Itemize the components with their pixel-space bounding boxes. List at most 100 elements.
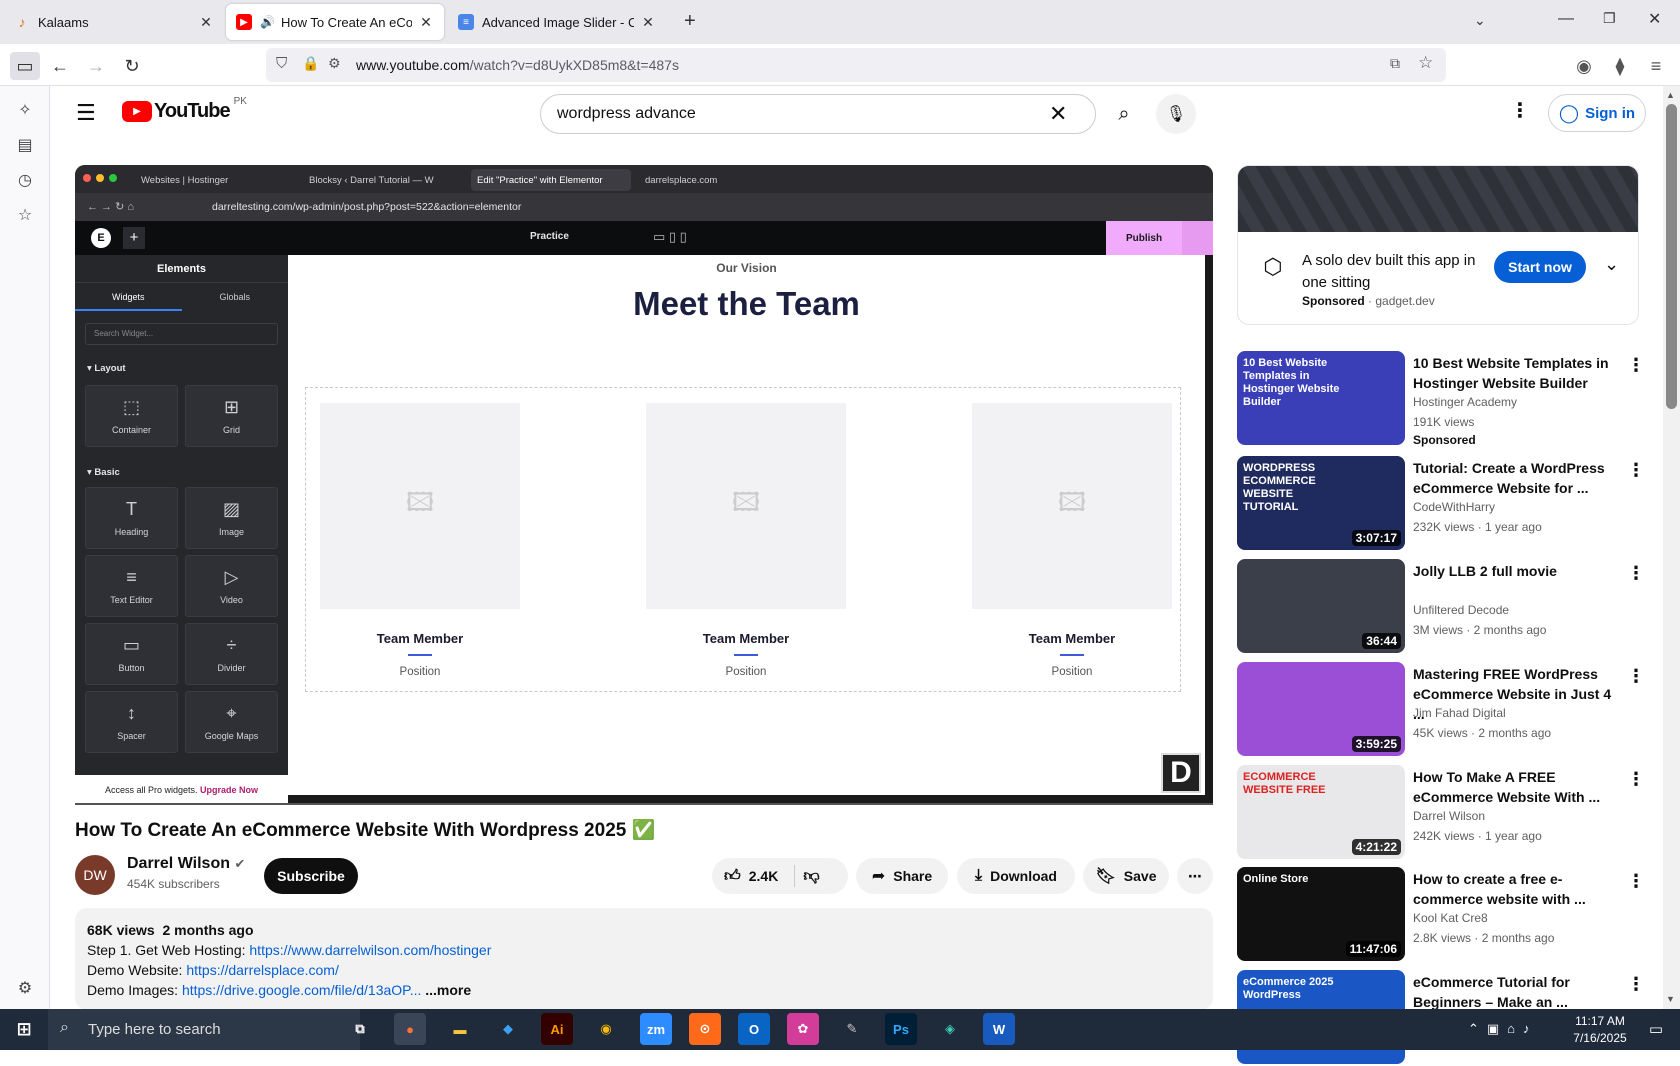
outlook-icon[interactable]: O [738,1013,770,1045]
recommendation-title[interactable]: How to create a free e-commerce website … [1413,869,1621,909]
subscribe-button[interactable]: Subscribe [264,858,358,894]
notifications-icon[interactable]: ▭ [1640,1013,1672,1045]
recommendation-item[interactable]: 36:44 Jolly LLB 2 full movie Unfiltered De… [1237,559,1645,655]
sign-in-button[interactable]: ◯ Sign in [1548,94,1646,132]
chevron-down-icon[interactable]: ⌄ [1604,254,1619,275]
video-progress-bar[interactable] [75,803,1213,805]
scroll-up-icon[interactable]: ▲ [1666,90,1675,100]
back-arrow-icon[interactable]: ← [46,52,74,80]
recommendation-item[interactable]: ECOMMERCE WEBSITE FREE 4:21:22 How To Make… [1237,765,1645,861]
channel-name[interactable]: Darrel Wilson ✔ [127,855,245,873]
video-thumbnail[interactable]: 3:59:25 [1237,662,1405,756]
task-view-icon[interactable]: ⧉ [344,1013,376,1045]
more-options-icon[interactable]: ⋮ [1627,460,1645,481]
close-icon[interactable]: ✕ [198,14,214,31]
reload-icon[interactable]: ↻ [118,52,146,80]
more-options-icon[interactable]: ⋮ [1627,666,1645,687]
like-button[interactable]: 👍︎ 2.4K [724,867,778,886]
scrollbar-thumb[interactable] [1666,104,1677,409]
sidebar-toggle-icon[interactable]: ▭ [10,52,40,80]
scroll-down-icon[interactable]: ▼ [1666,994,1675,1004]
clear-search-icon[interactable]: ✕ [1049,101,1067,127]
demo-images-link[interactable]: https://drive.google.com/file/d/13aOP... [182,982,421,998]
settings-gear-icon[interactable]: ⚙ [13,976,37,1000]
recommendation-title[interactable]: How To Make A FREE eCommerce Website Wit… [1413,767,1621,807]
file-explorer-icon[interactable]: ▬ [444,1013,476,1045]
video-description[interactable]: 68K views 2 months ago Step 1. Get Web H… [75,908,1213,1010]
menu-icon[interactable]: ≡ [1642,52,1670,80]
more-options-icon[interactable]: ⋮ [1627,974,1645,995]
extensions-icon[interactable]: ⧫ [1606,52,1634,80]
more-options-icon[interactable]: ⋮ [1627,355,1645,376]
recommendation-title[interactable]: eCommerce Tutorial for Beginners – Make … [1413,972,1621,1012]
recommendation-item[interactable]: WORDPRESS ECOMMERCE WEBSITE TUTORIAL 3:07… [1237,456,1645,552]
start-now-button[interactable]: Start now [1494,251,1586,283]
recommendation-title[interactable]: Jolly LLB 2 full movie [1413,561,1621,581]
zoom-icon[interactable]: zm [640,1013,672,1045]
video-thumbnail[interactable]: 10 Best Website Templates in Hostinger W… [1237,351,1405,445]
video-player[interactable]: Websites | Hostinger Blocksy ‹ Darrel Tu… [75,165,1213,805]
recommendation-title[interactable]: Tutorial: Create a WordPress eCommerce W… [1413,458,1621,498]
close-window-button[interactable]: ✕ [1648,9,1661,29]
windows-start-icon[interactable]: ⊞ [8,1013,40,1045]
shield-icon[interactable]: ⛉ [276,55,287,72]
youtube-logo[interactable]: ▶ YouTube PK [122,96,247,123]
orange-app-icon[interactable]: ⊙ [689,1013,721,1045]
settings-more-icon[interactable]: ⋮ [1510,98,1530,123]
photoshop-icon[interactable]: Ps [885,1013,917,1045]
close-icon[interactable]: ✕ [640,14,656,31]
bookmark-star-icon[interactable]: ☆ [1418,53,1433,73]
recommendation-channel[interactable]: Unfiltered Decode [1413,603,1509,617]
recommendation-item[interactable]: 10 Best Website Templates in Hostinger W… [1237,351,1645,447]
recommendation-channel[interactable]: CodeWithHarry [1413,500,1495,514]
permissions-icon[interactable]: ⚙ [328,55,341,72]
tab-advanced-image-slider[interactable]: ≡ Advanced Image Slider - Code · ✕ [448,4,666,40]
account-icon[interactable]: ◉ [1570,52,1598,80]
recommendation-channel[interactable]: Darrel Wilson [1413,809,1485,823]
more-actions-icon[interactable]: ⋯ [1177,858,1213,894]
picture-in-picture-icon[interactable]: ⧉ [1390,55,1400,72]
tab-kalaams[interactable]: ♪ Kalaams ✕ [4,4,224,40]
share-button[interactable]: ➦ Share [856,858,948,894]
tab-youtube[interactable]: ▶ 🔊 How To Create An eComme ✕ [226,4,444,40]
more-options-icon[interactable]: ⋮ [1627,563,1645,584]
system-tray-icons[interactable]: ⌃▣⌂♪ [1468,1021,1538,1037]
gem-app-icon[interactable]: ◈ [934,1013,966,1045]
page-scrollbar[interactable]: ▲ ▼ [1663,86,1680,1009]
video-thumbnail[interactable]: WORDPRESS ECOMMERCE WEBSITE TUTORIAL 3:07… [1237,456,1405,550]
save-button[interactable]: 🔖︎ Save [1083,858,1169,894]
video-thumbnail[interactable]: ECOMMERCE WEBSITE FREE 4:21:22 [1237,765,1405,859]
hamburger-menu-icon[interactable]: ☰ [76,100,96,126]
word-icon[interactable]: W [983,1013,1015,1045]
history-icon[interactable]: ◷ [13,168,37,192]
hosting-link[interactable]: https://www.darrelwilson.com/hostinger [249,942,491,958]
address-bar[interactable]: ⛉ 🔒 ⚙ www.youtube.com/watch?v=d8UykXD85m… [266,48,1446,82]
forward-arrow-icon[interactable]: → [82,52,110,80]
pen-tool-icon[interactable]: ✎ [836,1013,868,1045]
maximize-button[interactable]: ❐ [1603,10,1616,27]
recommendation-item[interactable]: 3:59:25 Mastering FREE WordPress eCommerc… [1237,662,1645,758]
more-options-icon[interactable]: ⋮ [1627,769,1645,790]
recommendation-item[interactable]: Online Store 11:47:06 How to create a free… [1237,867,1645,963]
video-thumbnail[interactable]: 36:44 [1237,559,1405,653]
recommendation-channel[interactable]: Kool Kat Cre8 [1413,911,1488,925]
audio-playing-icon[interactable]: 🔊 [260,15,275,29]
more-options-icon[interactable]: ⋮ [1627,871,1645,892]
illustrator-icon[interactable]: Ai [541,1013,573,1045]
download-button[interactable]: ⤓ Download [957,858,1075,894]
bookmarks-icon[interactable]: ☆ [13,203,37,227]
recommendation-channel[interactable]: Hostinger Academy [1413,395,1517,409]
taskbar-search[interactable]: ⌕ Type here to search [48,1009,360,1050]
recommendation-title[interactable]: 10 Best Website Templates in Hostinger W… [1413,353,1621,393]
new-tab-button[interactable]: + [684,10,696,33]
sponsored-ad[interactable]: ⬡ A solo dev built this app in one sitti… [1237,165,1639,325]
vscode-icon[interactable]: ◆ [492,1013,524,1045]
channel-avatar[interactable]: DW [75,855,115,895]
firefox-icon[interactable]: ● [394,1013,426,1045]
channel-watermark[interactable]: D [1161,753,1201,793]
lock-icon[interactable]: 🔒 [302,55,319,72]
close-icon[interactable]: ✕ [418,14,434,31]
clock[interactable]: 11:17 AM 7/16/2025 [1568,1013,1632,1047]
minimize-button[interactable]: — [1558,10,1574,28]
recommendation-channel[interactable]: Jim Fahad Digital [1413,706,1506,720]
